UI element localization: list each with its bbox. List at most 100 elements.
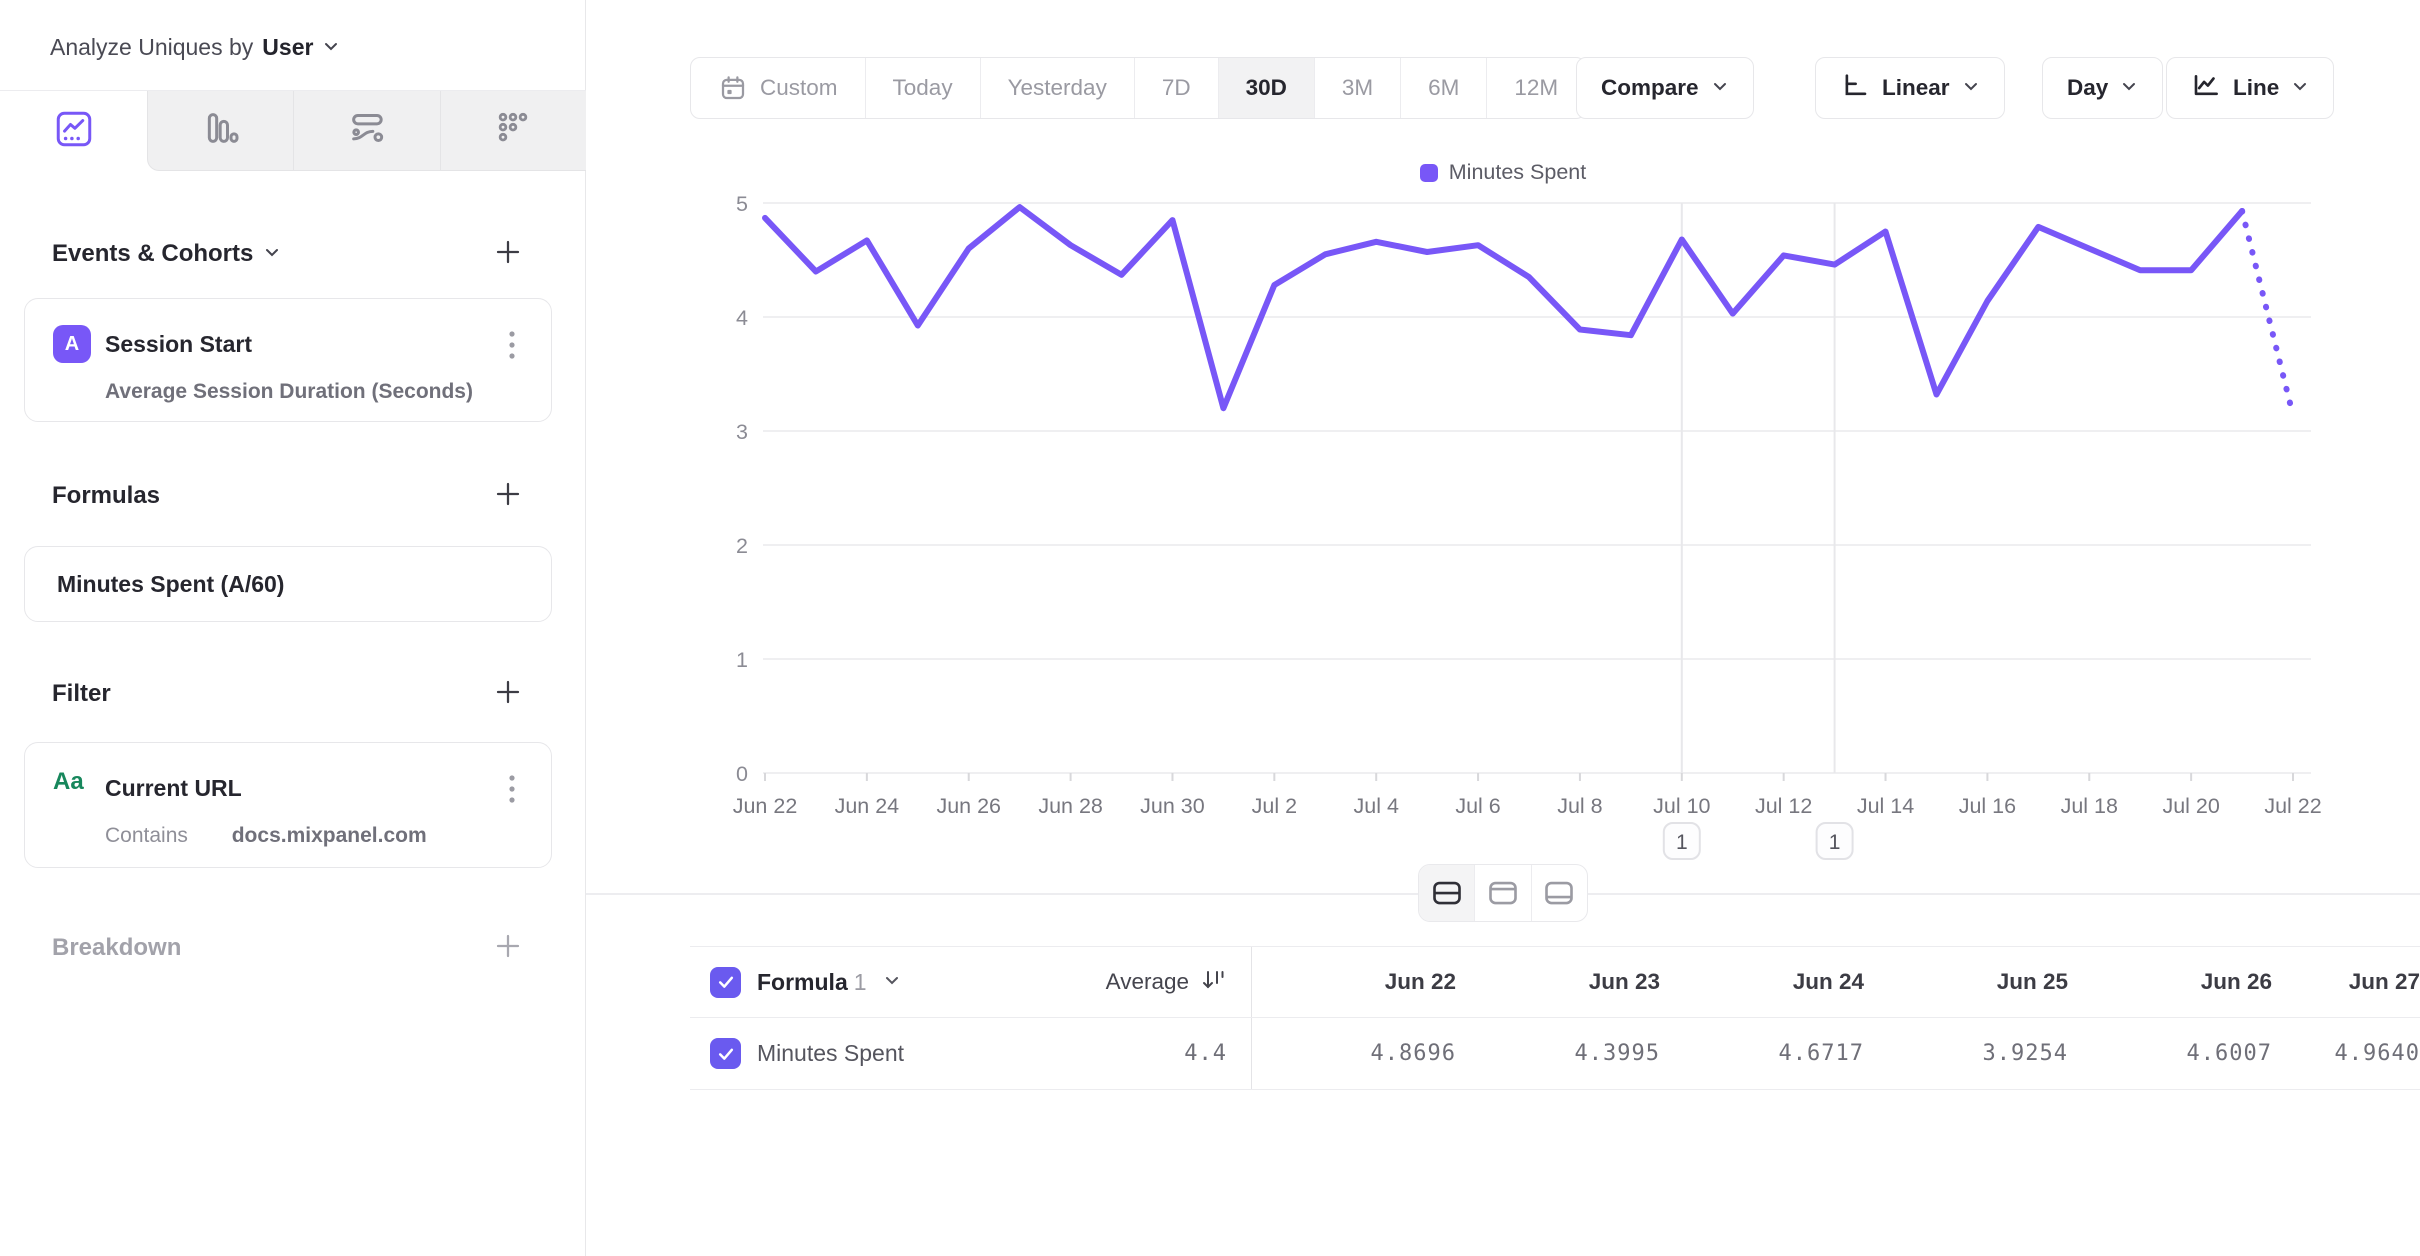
column-header-jun-26[interactable]: Jun 26 xyxy=(2068,969,2272,995)
y-tick-label: 5 xyxy=(736,192,748,216)
formula-checkbox[interactable] xyxy=(710,967,741,998)
x-tick-label: Jun 24 xyxy=(835,794,900,818)
line-chart: 012345Jun 22Jun 24Jun 26Jun 28Jun 30Jul … xyxy=(586,140,2420,880)
calendar-icon xyxy=(718,73,748,103)
range-today[interactable]: Today xyxy=(865,58,980,118)
event-aggregation[interactable]: Average Session Duration (Seconds) xyxy=(105,380,473,404)
y-tick-label: 0 xyxy=(736,762,748,786)
annotation-badge[interactable]: 1 xyxy=(1664,823,1700,859)
tab-flow-chart[interactable] xyxy=(293,91,439,170)
layout-chart-only-button[interactable] xyxy=(1474,865,1530,921)
tab-line-chart[interactable] xyxy=(0,91,147,171)
x-tick-label: Jul 2 xyxy=(1252,794,1297,818)
series-line-projected xyxy=(2242,211,2293,415)
x-tick-label: Jul 8 xyxy=(1557,794,1602,818)
x-tick-label: Jul 10 xyxy=(1653,794,1710,818)
scale-button[interactable]: Linear xyxy=(1815,57,2005,119)
x-tick-label: Jul 14 xyxy=(1857,794,1914,818)
formulas-header: Formulas xyxy=(52,482,160,510)
x-tick-label: Jun 22 xyxy=(733,794,798,818)
filter-card-current-url[interactable]: Aa Current URL Contains docs.mixpanel.co… xyxy=(24,742,552,868)
formula-card[interactable]: Minutes Spent (A/60) xyxy=(24,546,552,622)
range-6m[interactable]: 6M xyxy=(1400,58,1486,118)
x-tick-label: Jul 20 xyxy=(2162,794,2219,818)
table-header-row: Formula1 Average Jun 22Jun 23Jun 24Jun 2… xyxy=(690,946,2420,1018)
analyze-label: Analyze Uniques by xyxy=(50,34,253,61)
column-header-jun-23[interactable]: Jun 23 xyxy=(1456,969,1660,995)
x-tick-label: Jun 26 xyxy=(936,794,1001,818)
breakdown-header: Breakdown xyxy=(52,934,181,962)
chevron-down-icon[interactable] xyxy=(883,971,901,994)
events-cohorts-header[interactable]: Events & Cohorts xyxy=(52,240,281,268)
add-breakdown-button[interactable] xyxy=(488,926,528,966)
column-header-jun-27[interactable]: Jun 27 xyxy=(2272,969,2420,995)
cell-jun-25: 3.9254 xyxy=(1864,1041,2068,1066)
event-title[interactable]: Session Start xyxy=(105,331,252,358)
kebab-menu-icon[interactable] xyxy=(495,769,529,813)
series-name[interactable]: Minutes Spent xyxy=(757,1040,904,1067)
range-30d[interactable]: 30D xyxy=(1218,58,1314,118)
range-12m[interactable]: 12M xyxy=(1486,58,1585,118)
date-range-group: CustomTodayYesterday7D30D3M6M12M xyxy=(690,57,1586,119)
svg-text:1: 1 xyxy=(1676,831,1688,854)
range-7d[interactable]: 7D xyxy=(1134,58,1218,118)
x-tick-label: Jul 4 xyxy=(1353,794,1398,818)
average-value: 4.4 xyxy=(1184,1041,1227,1066)
add-event-button[interactable] xyxy=(488,232,528,272)
line-style-icon xyxy=(2191,70,2221,106)
tab-retention-grid[interactable] xyxy=(440,91,586,170)
column-header-jun-25[interactable]: Jun 25 xyxy=(1864,969,2068,995)
analyze-value-dropdown[interactable]: User xyxy=(262,34,313,61)
formula-column-header[interactable]: Formula1 xyxy=(757,969,867,996)
y-tick-label: 1 xyxy=(736,648,748,672)
chevron-down-icon xyxy=(1962,75,1980,101)
layout-split-button[interactable] xyxy=(1419,865,1474,921)
column-header-jun-24[interactable]: Jun 24 xyxy=(1660,969,1864,995)
cell-jun-23: 4.3995 xyxy=(1456,1041,1660,1066)
analyze-uniques-row: Analyze Uniques by User xyxy=(50,34,340,61)
filter-property[interactable]: Current URL xyxy=(105,775,242,802)
layout-table-only-button[interactable] xyxy=(1531,865,1587,921)
filter-condition[interactable]: Contains docs.mixpanel.com xyxy=(105,824,427,848)
y-tick-label: 2 xyxy=(736,534,748,558)
layout-toggle-group xyxy=(1418,864,1588,922)
x-tick-label: Jul 18 xyxy=(2061,794,2118,818)
add-filter-button[interactable] xyxy=(488,672,528,712)
cell-jun-24: 4.6717 xyxy=(1660,1041,1864,1066)
filter-value[interactable]: docs.mixpanel.com xyxy=(232,824,427,847)
svg-text:1: 1 xyxy=(1829,831,1841,854)
results-table: Formula1 Average Jun 22Jun 23Jun 24Jun 2… xyxy=(690,946,2420,1090)
linear-scale-icon xyxy=(1840,70,1870,106)
event-letter-badge: A xyxy=(53,325,91,363)
chevron-down-icon xyxy=(263,240,281,268)
range-custom[interactable]: Custom xyxy=(691,58,865,118)
cell-jun-22: 4.8696 xyxy=(1252,1041,1456,1066)
grid-dots-icon xyxy=(493,108,533,153)
range-3m[interactable]: 3M xyxy=(1314,58,1400,118)
event-card-session-start[interactable]: A Session Start Average Session Duration… xyxy=(24,298,552,422)
average-column-header[interactable]: Average xyxy=(1106,969,1189,995)
kebab-menu-icon[interactable] xyxy=(495,325,529,369)
filter-operator[interactable]: Contains xyxy=(105,824,188,847)
x-tick-label: Jul 16 xyxy=(1959,794,2016,818)
add-formula-button[interactable] xyxy=(488,474,528,514)
annotation-badge[interactable]: 1 xyxy=(1817,823,1853,859)
cell-jun-26: 4.6007 xyxy=(2068,1041,2272,1066)
tab-bar-chart[interactable] xyxy=(148,91,293,170)
line-chart-icon xyxy=(53,108,95,155)
sort-icon[interactable] xyxy=(1199,966,1227,999)
compare-button[interactable]: Compare xyxy=(1576,57,1754,119)
interval-button[interactable]: Day xyxy=(2042,57,2163,119)
range-yesterday[interactable]: Yesterday xyxy=(980,58,1134,118)
query-builder-sidebar: Analyze Uniques by User xyxy=(0,0,586,1256)
column-header-jun-22[interactable]: Jun 22 xyxy=(1252,969,1456,995)
y-tick-label: 3 xyxy=(736,420,748,444)
bar-chart-icon xyxy=(201,108,241,153)
series-line xyxy=(765,207,2242,408)
string-property-icon: Aa xyxy=(53,768,84,796)
chart-style-button[interactable]: Line xyxy=(2166,57,2334,119)
series-checkbox[interactable] xyxy=(710,1038,741,1069)
flow-chart-icon xyxy=(347,108,387,153)
cell-jun-27: 4.9640 xyxy=(2272,1041,2420,1066)
formula-title[interactable]: Minutes Spent (A/60) xyxy=(57,571,284,598)
